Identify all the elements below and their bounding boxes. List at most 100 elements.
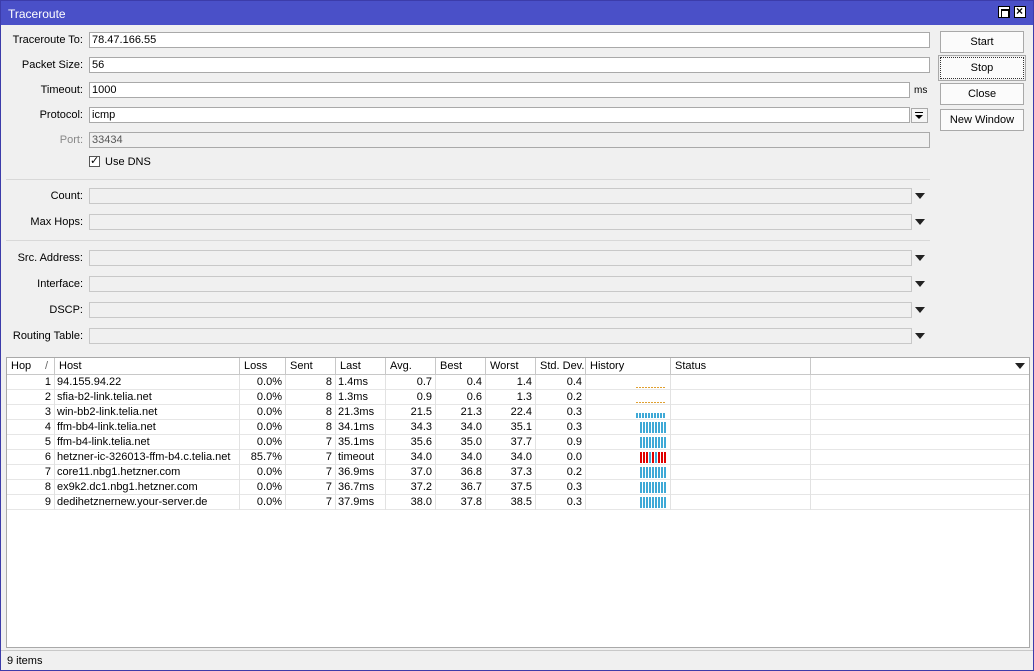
- table-row[interactable]: 2 sfia-b2-link.telia.net 0.0% 8 1.3ms 0.9 0.6 1…: [7, 390, 1029, 405]
- cell-loss: 85.7%: [240, 450, 286, 465]
- start-button[interactable]: Start: [940, 31, 1024, 53]
- title-bar: Traceroute ×: [1, 1, 1033, 25]
- cell-loss: 0.0%: [240, 495, 286, 510]
- column-menu-icon[interactable]: [1015, 363, 1025, 369]
- dscp-input[interactable]: [89, 302, 912, 318]
- cell-hop: 5: [7, 435, 55, 450]
- cell-history: [586, 465, 671, 480]
- cell-sent: 8: [286, 420, 336, 435]
- table-row[interactable]: 6 hetzner-ic-326013-ffm-b4.c.telia.net 85.…: [7, 450, 1029, 465]
- column-header-sent[interactable]: Sent: [286, 358, 336, 374]
- history-graph: [636, 405, 666, 420]
- history-bar: [651, 413, 653, 418]
- interface-label: Interface:: [37, 278, 83, 290]
- count-input[interactable]: [89, 188, 912, 204]
- table-row[interactable]: 9 dedihetznernew.your-server.de 0.0% 7 37.9m…: [7, 495, 1029, 510]
- routing-table-input[interactable]: [89, 328, 912, 344]
- new-window-button[interactable]: New Window: [940, 109, 1024, 131]
- column-header-status[interactable]: Status: [671, 358, 811, 374]
- history-bar: [657, 387, 659, 388]
- dscp-dropdown-icon[interactable]: [915, 307, 925, 313]
- column-header-best[interactable]: Best: [436, 358, 486, 374]
- protocol-label: Protocol:: [39, 109, 83, 121]
- max-hops-dropdown-icon[interactable]: [915, 219, 925, 225]
- cell-worst: 37.5: [486, 480, 536, 495]
- cell-best: 37.8: [436, 495, 486, 510]
- history-bar: [663, 413, 665, 418]
- column-header-avg[interactable]: Avg.: [386, 358, 436, 374]
- column-header-history[interactable]: History: [586, 358, 671, 374]
- cell-history: [586, 450, 671, 465]
- table-row[interactable]: 1 94.155.94.22 0.0% 8 1.4ms 0.7 0.4 1.4 0.4: [7, 375, 1029, 390]
- routing-table-dropdown-icon[interactable]: [915, 333, 925, 339]
- table-row[interactable]: 5 ffm-b4-link.telia.net 0.0% 7 35.1ms 35.6 35.…: [7, 435, 1029, 450]
- history-graph: [636, 495, 666, 510]
- history-bar: [642, 413, 644, 418]
- table-header: Hop / Host Loss Sent Last Avg. Best Worst…: [7, 358, 1029, 375]
- table-row[interactable]: 8 ex9k2.dc1.nbg1.hetzner.com 0.0% 7 36.7ms 37…: [7, 480, 1029, 495]
- history-bar: [645, 402, 647, 403]
- use-dns-checkbox[interactable]: ✓: [89, 155, 100, 167]
- cell-worst: 34.0: [486, 450, 536, 465]
- src-address-dropdown-icon[interactable]: [915, 255, 925, 261]
- table-row[interactable]: 3 win-bb2-link.telia.net 0.0% 8 21.3ms 21.5 21…: [7, 405, 1029, 420]
- history-bar: [643, 452, 645, 463]
- cell-loss: 0.0%: [240, 375, 286, 390]
- history-bar: [664, 467, 666, 478]
- window-title: Traceroute: [8, 7, 66, 21]
- protocol-select[interactable]: icmp: [89, 107, 910, 123]
- close-button[interactable]: Close: [940, 83, 1024, 105]
- count-dropdown-icon[interactable]: [915, 193, 925, 199]
- packet-size-input[interactable]: 56: [89, 57, 930, 73]
- column-header-loss[interactable]: Loss: [240, 358, 286, 374]
- timeout-input[interactable]: 1000: [89, 82, 910, 98]
- column-header-std-dev[interactable]: Std. Dev.: [536, 358, 586, 374]
- max-hops-input[interactable]: [89, 214, 912, 230]
- port-input[interactable]: 33434: [89, 132, 930, 148]
- history-graph: [636, 390, 666, 405]
- cell-hop: 3: [7, 405, 55, 420]
- column-header-worst[interactable]: Worst: [486, 358, 536, 374]
- table-row[interactable]: 4 ffm-bb4-link.telia.net 0.0% 8 34.1ms 34.3 34…: [7, 420, 1029, 435]
- history-bar: [640, 452, 642, 463]
- column-header-hop[interactable]: Hop /: [7, 358, 55, 374]
- cell-status: [671, 420, 811, 435]
- history-bar: [636, 387, 638, 388]
- history-bar: [661, 482, 663, 493]
- cell-std: 0.3: [536, 405, 586, 420]
- history-bar: [661, 452, 663, 463]
- cell-last: 36.9ms: [336, 465, 386, 480]
- history-bar: [664, 452, 666, 463]
- stop-button[interactable]: Stop: [938, 55, 1026, 81]
- cell-host: sfia-b2-link.telia.net: [55, 390, 240, 405]
- history-bar: [663, 402, 665, 403]
- history-bar: [643, 467, 645, 478]
- history-bar: [652, 422, 654, 433]
- cell-history: [586, 405, 671, 420]
- table-row[interactable]: 7 core11.nbg1.hetzner.com 0.0% 7 36.9ms 37.0 3…: [7, 465, 1029, 480]
- history-bar: [642, 387, 644, 388]
- history-bar: [658, 467, 660, 478]
- column-header-host[interactable]: Host: [55, 358, 240, 374]
- history-bar: [640, 482, 642, 493]
- restore-icon[interactable]: [998, 6, 1010, 18]
- cell-history: [586, 420, 671, 435]
- history-bar: [643, 437, 645, 448]
- interface-dropdown-icon[interactable]: [915, 281, 925, 287]
- interface-input[interactable]: [89, 276, 912, 292]
- history-graph: [636, 435, 666, 450]
- cell-status: [671, 450, 811, 465]
- close-icon[interactable]: ×: [1014, 4, 1026, 18]
- cell-avg: 21.5: [386, 405, 436, 420]
- cell-status: [671, 375, 811, 390]
- column-header-last[interactable]: Last: [336, 358, 386, 374]
- history-bar: [655, 422, 657, 433]
- traceroute-to-input[interactable]: 78.47.166.55: [89, 32, 930, 48]
- cell-std: 0.3: [536, 495, 586, 510]
- cell-worst: 38.5: [486, 495, 536, 510]
- timeout-label: Timeout:: [40, 84, 83, 96]
- protocol-dropdown-icon[interactable]: [911, 108, 928, 123]
- history-bar: [658, 482, 660, 493]
- src-address-input[interactable]: [89, 250, 912, 266]
- cell-host: win-bb2-link.telia.net: [55, 405, 240, 420]
